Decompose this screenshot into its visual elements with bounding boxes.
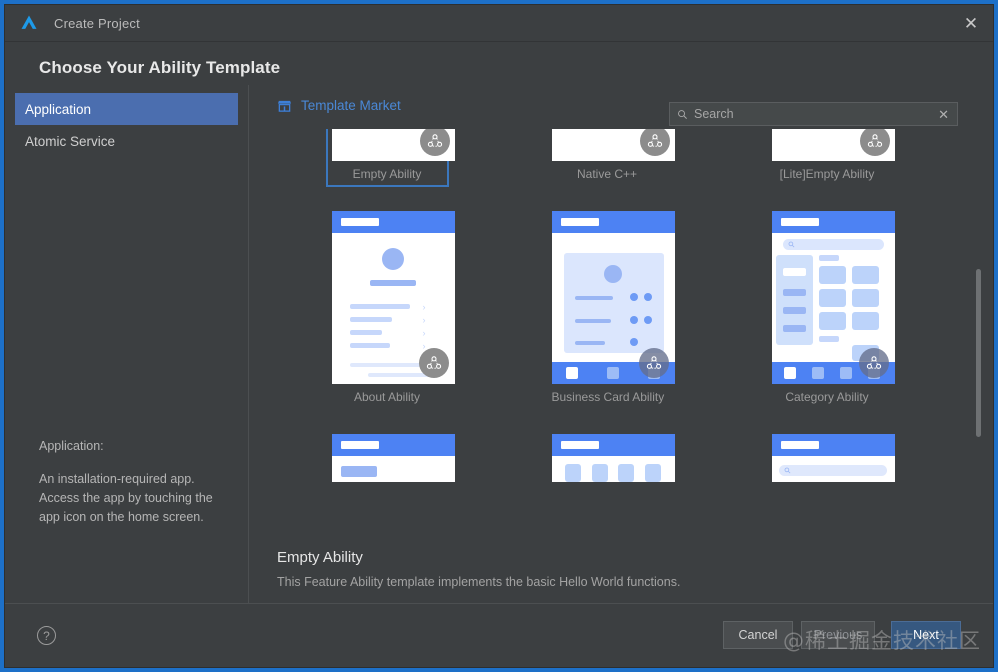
close-icon[interactable]: ✕ (949, 5, 993, 41)
template-market-link[interactable]: Template Market (277, 98, 401, 113)
sidebar-item-label: Application (25, 101, 92, 117)
template-detail-title: Empty Ability (277, 549, 363, 566)
template-cell: Native C++ (497, 129, 717, 187)
sidebar: Application Atomic Service Application: … (5, 85, 249, 603)
template-card-empty-ability[interactable]: Empty Ability (325, 129, 455, 187)
scrollbar[interactable] (974, 134, 983, 523)
template-card-label: Native C++ (576, 167, 638, 181)
template-row (277, 428, 937, 488)
help-icon[interactable]: ? (37, 626, 56, 645)
store-icon (277, 100, 292, 112)
template-card-label: Business Card Ability (551, 390, 665, 404)
template-row: Empty Ability Native C++ [Lite]Empty Abi… (277, 129, 937, 187)
harmony-badge-icon (859, 129, 890, 156)
template-grid: Empty Ability Native C++ [Lite]Empty Abi… (277, 129, 937, 488)
template-card-lite-empty-ability[interactable]: [Lite]Empty Ability (766, 129, 895, 187)
template-thumbnail (771, 211, 895, 384)
search-placeholder: Search (694, 107, 734, 121)
template-card-about-ability[interactable]: › › › › About Ability (326, 205, 455, 410)
template-market-label: Template Market (301, 98, 401, 113)
template-card-row3-1[interactable] (326, 428, 455, 488)
next-button[interactable]: Next (891, 621, 961, 649)
search-icon (784, 467, 790, 474)
template-thumbnail (551, 211, 675, 384)
template-cell: › › › › About Ability (277, 205, 497, 410)
template-thumbnail (331, 434, 455, 482)
template-panel: Template Market Search ✕ Empty Ability N… (250, 85, 993, 603)
template-detail: Empty Ability This Feature Ability templ… (277, 549, 973, 589)
template-cell: Category Ability (717, 205, 937, 410)
template-cell: Empty Ability (277, 129, 497, 187)
dialog-footer: ? Cancel Previous Next (5, 603, 993, 667)
template-card-row3-3[interactable] (766, 428, 895, 488)
create-project-dialog: Create Project ✕ Choose Your Ability Tem… (4, 4, 994, 668)
template-cell: [Lite]Empty Ability (717, 129, 937, 187)
sidebar-description-body: An installation-required app. Access the… (39, 472, 213, 524)
harmony-badge-icon (858, 348, 889, 378)
template-thumbnail: › › › › (331, 211, 455, 384)
template-grid-scroll[interactable]: Empty Ability Native C++ [Lite]Empty Abi… (250, 129, 993, 529)
template-cell: Business Card Ability (497, 205, 717, 410)
harmony-badge-icon (638, 348, 669, 378)
template-card-business-card-ability[interactable]: Business Card Ability (546, 205, 675, 410)
sidebar-item-application[interactable]: Application (15, 93, 238, 125)
sidebar-item-label: Atomic Service (25, 133, 116, 149)
harmony-badge-icon (419, 129, 450, 156)
template-cell (277, 428, 497, 488)
template-card-row3-2[interactable] (546, 428, 675, 488)
sidebar-description: Application: An installation-required ap… (39, 437, 228, 527)
search-icon (678, 109, 687, 119)
sidebar-description-title: Application: (39, 439, 104, 453)
template-cell (497, 428, 717, 488)
window-title: Create Project (54, 15, 140, 31)
search-clear-icon[interactable]: ✕ (938, 108, 949, 121)
deveco-logo-icon (21, 15, 37, 29)
template-thumbnail (551, 434, 675, 482)
title-bar: Create Project ✕ (5, 5, 993, 42)
template-thumbnail (551, 129, 675, 161)
search-input[interactable]: Search ✕ (669, 102, 958, 126)
harmony-badge-icon (418, 348, 449, 378)
template-thumbnail (771, 434, 895, 482)
harmony-badge-icon (639, 129, 670, 156)
previous-button[interactable]: Previous (801, 621, 875, 649)
page-title: Choose Your Ability Template (39, 58, 281, 77)
template-card-label: [Lite]Empty Ability (779, 167, 875, 181)
market-row: Template Market Search ✕ (250, 85, 993, 129)
sidebar-item-atomic-service[interactable]: Atomic Service (15, 125, 238, 157)
scrollbar-thumb[interactable] (976, 269, 981, 437)
template-card-label: Empty Ability (352, 167, 422, 181)
search-icon (788, 241, 794, 248)
template-card-native-cpp[interactable]: Native C++ (546, 129, 675, 187)
template-card-label: Category Ability (785, 390, 869, 404)
template-thumbnail (771, 129, 895, 161)
template-card-label: About Ability (353, 390, 421, 404)
template-detail-description: This Feature Ability template implements… (277, 575, 681, 589)
sidebar-list: Application Atomic Service (5, 85, 248, 157)
template-row: › › › › About Ability Business Card Abil… (277, 205, 937, 410)
template-card-category-ability[interactable]: Category Ability (766, 205, 895, 410)
cancel-button[interactable]: Cancel (723, 621, 793, 649)
template-cell (717, 428, 937, 488)
template-thumbnail (331, 129, 455, 161)
